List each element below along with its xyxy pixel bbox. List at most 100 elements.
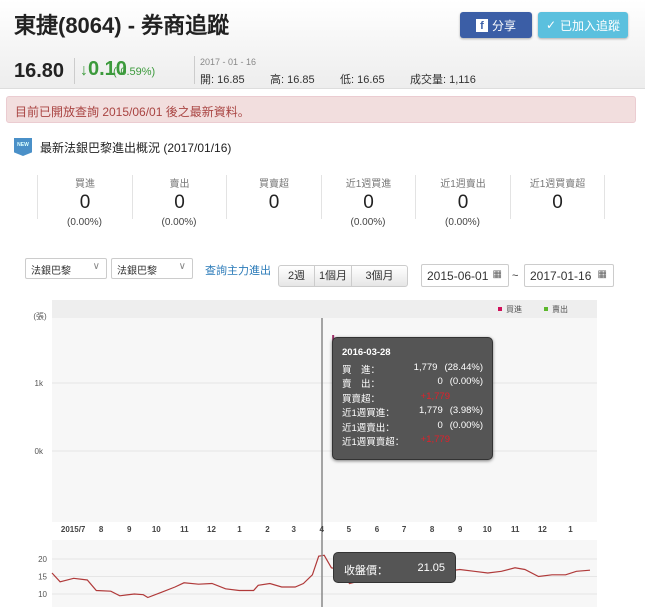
current-price: 16.80 bbox=[14, 60, 65, 82]
x-tick-label: 9 bbox=[458, 525, 463, 534]
x-tick-label: 8 bbox=[430, 525, 435, 534]
stat-percent: (0.00%) bbox=[350, 217, 386, 228]
tooltip-key: 近1週買進： bbox=[342, 408, 395, 419]
y-tick-label: 1k bbox=[35, 379, 44, 388]
broker-select-2[interactable]: 法銀巴黎 ∨ bbox=[111, 258, 193, 279]
x-tick-label: 10 bbox=[483, 525, 492, 534]
calendar-icon[interactable]: ▦ bbox=[598, 269, 607, 280]
x-tick-label: 3 bbox=[292, 525, 297, 534]
stat-card: 買賣超 0 bbox=[226, 175, 321, 219]
stat-card: 近1週賣出 0 bbox=[415, 175, 510, 219]
date-range-separator: ~ bbox=[512, 270, 519, 282]
x-tick-label: 10 bbox=[152, 525, 161, 534]
tooltip-number: 0 bbox=[437, 419, 443, 431]
x-tick-label: 1 bbox=[568, 525, 573, 534]
y-tick-label: 0k bbox=[35, 447, 44, 456]
divider bbox=[74, 58, 75, 84]
x-tick-label: 5 bbox=[347, 525, 352, 534]
broker-chart[interactable]: (張)1k0k買進 賣出2015/7 8 9 10 11 12 1 2 3 4 5 6 7 8 9 10 11 12… bbox=[0, 298, 645, 607]
broker-select-1[interactable]: 法銀巴黎 ∨ bbox=[25, 258, 107, 279]
tooltip-percent: (0.00%) bbox=[449, 419, 483, 431]
date-to-input[interactable]: 2017-01-16 ▦ bbox=[524, 264, 614, 287]
facebook-icon: f bbox=[475, 18, 488, 32]
y-axis-label: (張) bbox=[33, 312, 47, 321]
calendar-icon[interactable]: ▦ bbox=[493, 269, 502, 280]
stat-label: 近1週買賣超 bbox=[529, 179, 586, 190]
stat-percent: (0.00%) bbox=[66, 217, 102, 228]
query-main-force-link[interactable]: 查詢主力進出 bbox=[205, 262, 271, 278]
tracked-button[interactable]: ✓ 已加入追蹤 bbox=[538, 12, 628, 38]
tooltip-percent: (0.00%) bbox=[449, 376, 483, 387]
period-2w-button[interactable]: 2週 bbox=[278, 265, 315, 287]
tooltip-value: 21.05 bbox=[417, 562, 445, 574]
stat-card: 買進 0 bbox=[37, 175, 132, 219]
change-percent: (-0.59%) bbox=[113, 66, 156, 78]
x-tick-label: 7 bbox=[402, 525, 407, 534]
plot-area bbox=[52, 300, 597, 522]
x-tick-label: 2 bbox=[265, 525, 270, 534]
tooltip-percent: (28.44%) bbox=[444, 361, 483, 373]
section-title: 最新法銀巴黎進出概況 (2017/01/16) bbox=[40, 141, 232, 155]
x-tick-label: 12 bbox=[538, 525, 547, 534]
date-to-value: 2017-01-16 bbox=[530, 269, 592, 283]
date-from-value: 2015-06-01 bbox=[427, 269, 489, 283]
period-1m-button[interactable]: 1個月 bbox=[314, 265, 352, 287]
stat-value: 0 bbox=[552, 192, 563, 213]
x-tick-label: 6 bbox=[375, 525, 380, 534]
quote-date: 2017 - 01 - 16 bbox=[200, 57, 257, 67]
stat-percent: (0.00%) bbox=[444, 217, 480, 228]
tooltip-label: 收盤價： bbox=[344, 565, 388, 577]
stat-card: 近1週買賣超 0 bbox=[509, 175, 605, 219]
share-label: 分享 bbox=[491, 18, 516, 33]
stat-percent: (0.00%) bbox=[161, 217, 197, 228]
tooltip-row: 賣 出： 0 (0.00%) bbox=[342, 376, 483, 391]
legend-label: 賣出 bbox=[552, 304, 568, 314]
bar-tooltip: 2016-03-28 買 進： 1,779 (28.44%) 賣 出： 0 (0.00%)… bbox=[332, 337, 493, 460]
broker-select-value: 法銀巴黎 bbox=[117, 266, 157, 277]
stat-value: 0 bbox=[457, 192, 469, 213]
stat-label: 買進 bbox=[75, 179, 95, 190]
divider bbox=[194, 56, 195, 84]
tooltip-key: 買賣超： bbox=[342, 393, 381, 405]
tooltip-number: 1,779 bbox=[418, 405, 443, 416]
check-circle-icon: ✓ bbox=[545, 18, 557, 32]
price-y-tick-label: 20 bbox=[38, 555, 47, 564]
tooltip-percent: (3.98%) bbox=[449, 405, 483, 416]
chevron-down-icon: ∨ bbox=[92, 261, 100, 272]
page-title: 東捷(8064) - 券商追蹤 bbox=[14, 13, 230, 38]
stat-label: 買賣超 bbox=[259, 179, 289, 190]
price-y-tick-label: 10 bbox=[38, 590, 47, 599]
tooltip-key: 買 進： bbox=[342, 364, 381, 376]
x-tick-label: 1 bbox=[237, 525, 242, 534]
x-tick-label: 11 bbox=[511, 525, 520, 534]
price-y-tick-label: 15 bbox=[38, 573, 47, 582]
tooltip-row: 買 進： 1,779 (28.44%) bbox=[342, 362, 483, 377]
low-price: 低: 16.65 bbox=[340, 74, 385, 86]
stat-card: 賣出 0 bbox=[131, 175, 227, 219]
tooltip-row: 近1週賣出： 0 (0.00%) bbox=[342, 420, 483, 435]
x-tick-label: 12 bbox=[207, 525, 216, 534]
chevron-down-icon: ∨ bbox=[178, 261, 186, 272]
open-price: 開: 16.85 bbox=[200, 74, 245, 86]
tooltip-key: 賣 出： bbox=[342, 379, 381, 390]
legend-swatch bbox=[498, 307, 502, 311]
legend-swatch bbox=[544, 307, 548, 311]
legend-label: 買進 bbox=[506, 305, 522, 314]
volume: 成交量: 1,116 bbox=[410, 74, 476, 86]
tooltip-key: 近1週買賣超： bbox=[342, 437, 405, 448]
stat-label: 近1週賣出 bbox=[440, 179, 486, 190]
share-button[interactable]: f 分享 bbox=[460, 12, 532, 38]
date-from-input[interactable]: 2015-06-01 ▦ bbox=[421, 264, 509, 287]
tooltip-number: +1,779 bbox=[420, 390, 450, 402]
tooltip-number: 0 bbox=[437, 376, 443, 387]
x-tick-label: 2015/7 bbox=[61, 525, 86, 534]
broker-select-value: 法銀巴黎 bbox=[31, 266, 71, 277]
x-tick-label: 9 bbox=[127, 525, 132, 534]
stat-value: 0 bbox=[268, 192, 280, 213]
divider bbox=[604, 175, 605, 219]
stat-value: 0 bbox=[363, 192, 374, 213]
period-3m-button[interactable]: 3個月 bbox=[351, 265, 408, 287]
arrow-down-icon: ↓ bbox=[80, 62, 88, 79]
tooltip-row: 近1週買賣超： +1,779 bbox=[342, 434, 483, 449]
price-plot-area bbox=[52, 540, 597, 607]
